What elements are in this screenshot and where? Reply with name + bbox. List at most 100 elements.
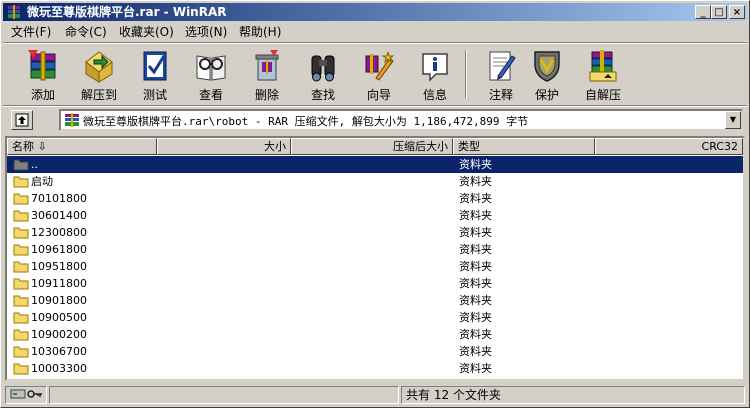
column-packed-header[interactable]: 压缩后大小: [291, 138, 453, 155]
drive-key-icon: [10, 389, 42, 399]
file-row[interactable]: 12300800 资料夹: [7, 224, 743, 241]
file-row-parent[interactable]: .. 资料夹: [7, 156, 743, 173]
up-arrow-icon: [15, 113, 29, 127]
column-crc-header[interactable]: CRC32: [595, 138, 743, 155]
folder-icon: [13, 193, 29, 205]
file-row[interactable]: 10911800 资料夹: [7, 275, 743, 292]
file-row[interactable]: 30601400 资料夹: [7, 207, 743, 224]
toolbar-wizard-button[interactable]: 向导: [351, 46, 407, 102]
file-list[interactable]: 名称 ⇩ 大小 压缩后大小 类型 CRC32 .. 资料夹 启动 资料夹 701…: [5, 136, 745, 381]
test-icon: [143, 51, 167, 81]
folder-icon: [13, 295, 29, 307]
file-name: 10003300: [31, 362, 87, 375]
folder-icon: [13, 210, 29, 222]
wizard-icon: [365, 51, 395, 81]
file-row[interactable]: 10901800 资料夹: [7, 292, 743, 309]
file-list-header: 名称 ⇩ 大小 压缩后大小 类型 CRC32: [7, 138, 743, 155]
toolbar-separator: [465, 50, 467, 98]
sfx-icon: [589, 50, 617, 82]
file-name: 30601400: [31, 209, 87, 222]
toolbar-add-button[interactable]: 添加: [15, 46, 71, 102]
toolbar-sfx-label: 自解压: [584, 88, 621, 102]
folder-icon: [13, 346, 29, 358]
folder-icon: [13, 278, 29, 290]
folder-icon: [13, 312, 29, 324]
file-name: 10900500: [31, 311, 87, 324]
address-bar: 微玩至尊版棋牌平台.rar\robot - RAR 压缩文件, 解包大小为 1,…: [3, 107, 747, 133]
menu-options[interactable]: 选项(N): [183, 24, 229, 40]
file-type: 资料夹: [459, 243, 492, 256]
toolbar-view-label: 查看: [198, 88, 223, 102]
maximize-button[interactable]: □: [711, 5, 727, 19]
file-type: 资料夹: [459, 175, 492, 188]
toolbar-view-button[interactable]: 查看: [183, 46, 239, 102]
toolbar-test-button[interactable]: 测试: [127, 46, 183, 102]
path-dropdown-button[interactable]: ▼: [725, 111, 741, 129]
menu-help[interactable]: 帮助(H): [237, 24, 283, 40]
file-type: 资料夹: [459, 277, 492, 290]
title-bar[interactable]: 微玩至尊版棋牌平台.rar - WinRAR _ □ ×: [3, 3, 747, 21]
file-type: 资料夹: [459, 311, 492, 324]
toolbar-extract-button[interactable]: 解压到: [71, 46, 127, 102]
toolbar-sfx-button[interactable]: 自解压: [575, 46, 631, 102]
toolbar-extract-label: 解压到: [80, 88, 117, 102]
find-icon: [311, 55, 335, 82]
status-drive-panel[interactable]: [5, 386, 47, 404]
folder-icon: [13, 363, 29, 375]
up-folder-button[interactable]: [11, 110, 33, 130]
folder-icon: [13, 176, 29, 188]
file-name: 10961800: [31, 243, 87, 256]
info-icon: [422, 53, 448, 82]
column-name-header[interactable]: 名称 ⇩: [7, 138, 157, 155]
toolbar-info-button[interactable]: 信息: [407, 46, 463, 102]
folder-icon: [13, 227, 29, 239]
file-type: 资料夹: [459, 209, 492, 222]
folder-icon: [13, 329, 29, 341]
status-bar: 共有 12 个文件夹: [3, 385, 747, 405]
view-icon: [196, 55, 226, 81]
toolbar-find-button[interactable]: 查找: [295, 46, 351, 102]
archive-path-text: 微玩至尊版棋牌平台.rar\robot - RAR 压缩文件, 解包大小为 1,…: [83, 115, 529, 128]
file-type: 资料夹: [459, 294, 492, 307]
menu-favorites[interactable]: 收藏夹(O): [117, 24, 176, 40]
window-title: 微玩至尊版棋牌平台.rar - WinRAR: [27, 5, 227, 19]
file-name: 10911800: [31, 277, 87, 290]
file-name: 70101800: [31, 192, 87, 205]
minimize-button[interactable]: _: [695, 5, 711, 19]
file-type: 资料夹: [459, 260, 492, 273]
column-type-header[interactable]: 类型: [453, 138, 595, 155]
file-row[interactable]: 10003300 资料夹: [7, 360, 743, 377]
toolbar-delete-button[interactable]: 删除: [239, 46, 295, 102]
rar-archive-icon: [65, 113, 79, 127]
toolbar-find-label: 查找: [310, 88, 335, 102]
file-name: 10951800: [31, 260, 87, 273]
file-type: 资料夹: [459, 192, 492, 205]
status-summary: 共有 12 个文件夹: [401, 386, 745, 404]
file-row[interactable]: 70101800 资料夹: [7, 190, 743, 207]
toolbar-add-label: 添加: [30, 88, 55, 102]
file-name: 启动: [31, 175, 53, 188]
file-type: 资料夹: [459, 158, 492, 171]
file-row[interactable]: 10961800 资料夹: [7, 241, 743, 258]
comment-icon: [489, 51, 516, 81]
menu-commands[interactable]: 命令(C): [63, 24, 109, 40]
file-name: 10900200: [31, 328, 87, 341]
file-row[interactable]: 启动 资料夹: [7, 173, 743, 190]
menu-bar: 文件(F) 命令(C) 收藏夹(O) 选项(N) 帮助(H): [3, 23, 747, 41]
toolbar-protect-button[interactable]: 保护: [519, 46, 575, 102]
column-size-header[interactable]: 大小: [157, 138, 291, 155]
add-archive-icon: [28, 50, 56, 81]
file-row[interactable]: 10951800 资料夹: [7, 258, 743, 275]
menu-file[interactable]: 文件(F): [9, 24, 53, 40]
winrar-app-icon[interactable]: [6, 4, 22, 20]
close-button[interactable]: ×: [729, 5, 745, 19]
file-name: 10901800: [31, 294, 87, 307]
toolbar: 添加 解压到 测试 查看 删除 查找 向导 信息 注释 保护 自解压: [3, 44, 747, 104]
toolbar-protect-label: 保护: [534, 88, 559, 102]
winrar-window: 微玩至尊版棋牌平台.rar - WinRAR _ □ × 文件(F) 命令(C)…: [0, 0, 750, 408]
folder-icon: [13, 261, 29, 273]
file-row[interactable]: 10306700 资料夹: [7, 343, 743, 360]
file-row[interactable]: 10900200 资料夹: [7, 326, 743, 343]
file-row[interactable]: 10900500 资料夹: [7, 309, 743, 326]
path-combobox[interactable]: 微玩至尊版棋牌平台.rar\robot - RAR 压缩文件, 解包大小为 1,…: [59, 109, 743, 131]
